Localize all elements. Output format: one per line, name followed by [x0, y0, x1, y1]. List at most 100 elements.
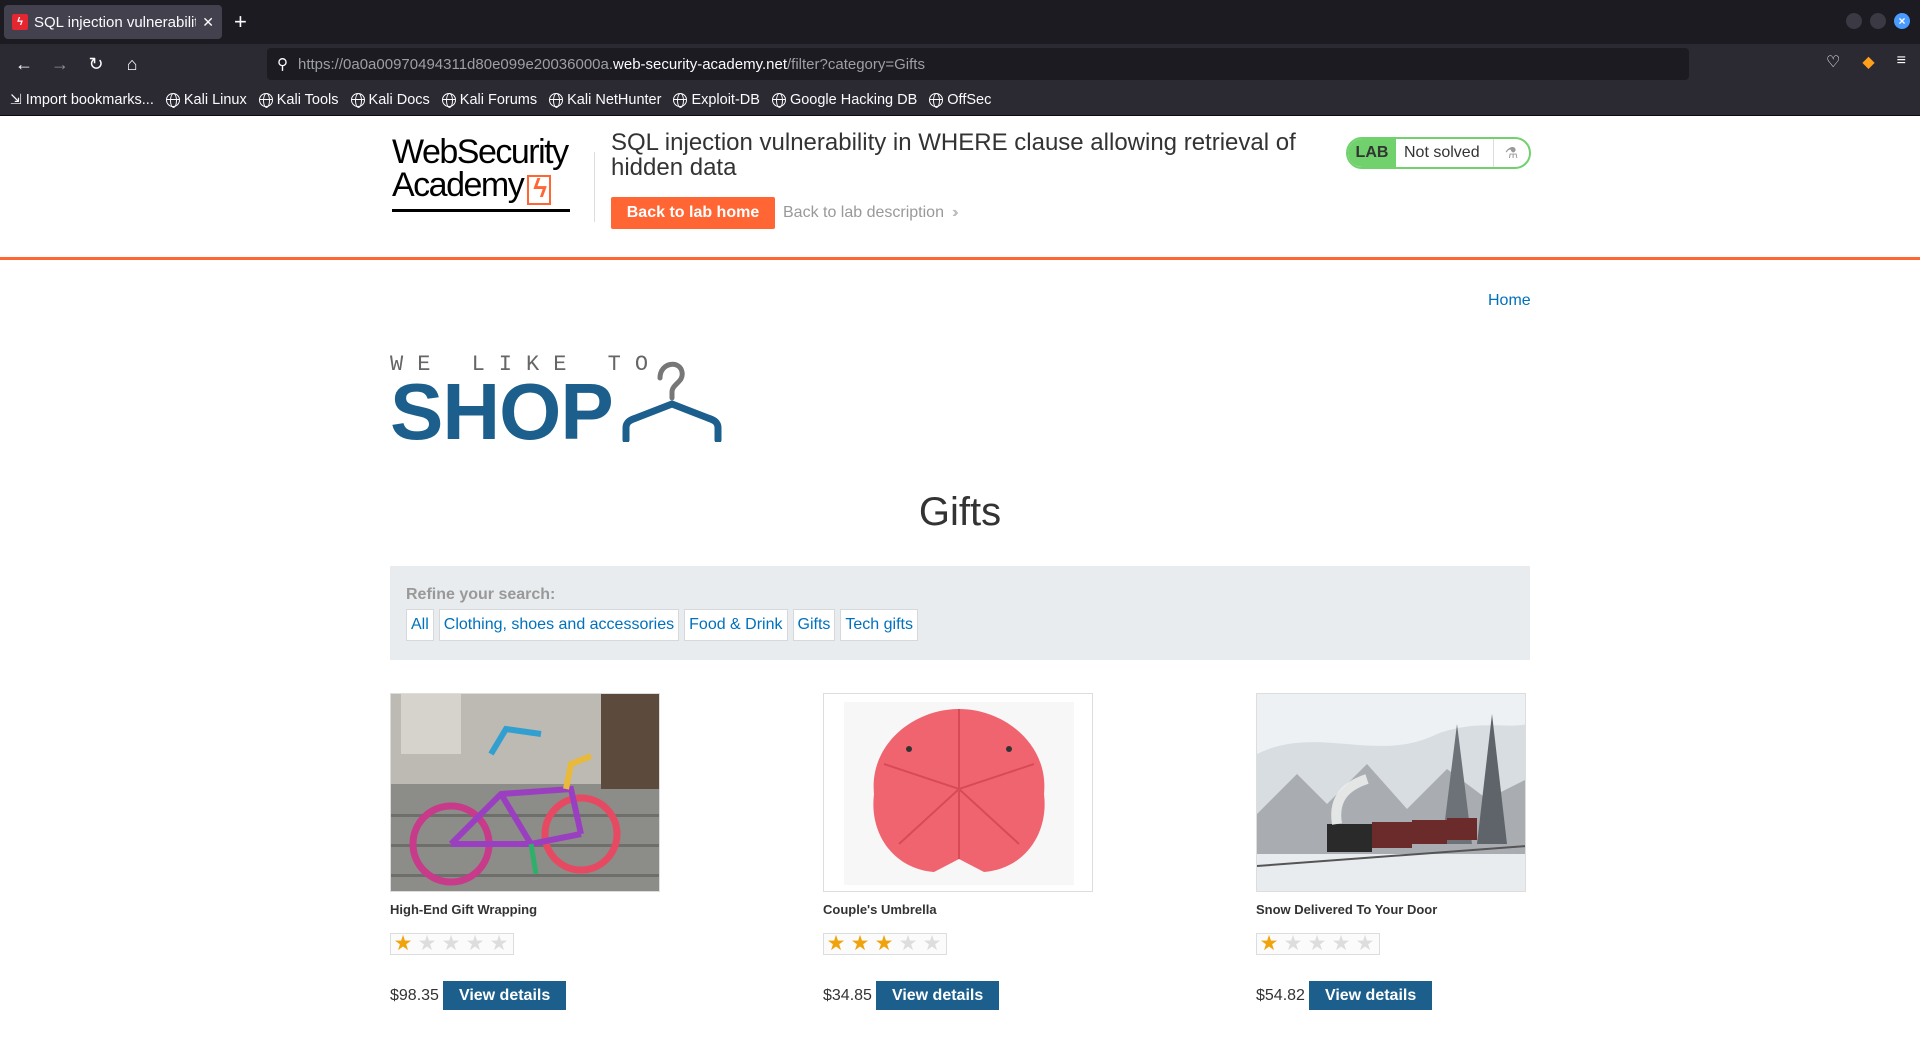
bookmark-label: Kali Linux — [183, 91, 247, 108]
filter-food-drink[interactable]: Food & Drink — [684, 609, 788, 641]
bookmark-label: Kali Tools — [276, 91, 339, 108]
bookmark-kali-linux[interactable]: Kali Linux — [165, 91, 247, 108]
back-arrow-icon[interactable]: ← — [6, 48, 42, 80]
browser-tab[interactable]: ϟ SQL injection vulnerability ✕ — [4, 5, 222, 39]
product-name: Couple's Umbrella — [823, 902, 937, 917]
price-row: $34.85 View details — [823, 981, 1093, 1010]
star-empty-icon: ★ — [1307, 932, 1327, 955]
red-umbrella-image[interactable] — [823, 693, 1093, 892]
double-chevron-icon: ›› — [951, 204, 958, 221]
category-filters: All Clothing, shoes and accessories Food… — [406, 609, 918, 641]
bookmark-kali-docs[interactable]: Kali Docs — [350, 91, 430, 108]
product-price: $98.35 — [390, 986, 439, 1004]
bookmark-google-hacking-db[interactable]: Google Hacking DB — [771, 91, 918, 108]
toolbar-right: ♡ ◆ ≡ — [1826, 52, 1906, 72]
snowy-train-image[interactable] — [1256, 693, 1526, 892]
bookmark-kali-tools[interactable]: Kali Tools — [258, 91, 339, 108]
browser-nav-bar: ← → ↻ ⌂ ⚲ https://0a0a00970494311d80e099… — [0, 44, 1920, 84]
bookmark-label: Google Hacking DB — [789, 91, 918, 108]
logo-underline — [392, 208, 570, 212]
web-security-academy-logo[interactable]: WebSecurity Academy — [392, 133, 572, 212]
star-empty-icon: ★ — [441, 932, 461, 955]
product-name: Snow Delivered To Your Door — [1256, 902, 1438, 917]
flask-icon: ⚗ — [1493, 139, 1529, 167]
filter-clothing[interactable]: Clothing, shoes and accessories — [438, 609, 680, 641]
browser-tab-bar: ϟ SQL injection vulnerability ✕ + × — [0, 0, 1920, 44]
globe-icon — [929, 92, 944, 108]
refine-search-panel: Refine your search: All Clothing, shoes … — [390, 566, 1530, 660]
bookmark-offsec[interactable]: OffSec — [929, 92, 991, 108]
forward-arrow-icon[interactable]: → — [42, 48, 78, 80]
logo-line1: WebSecurity — [392, 133, 569, 171]
star-filled-icon: ★ — [850, 932, 870, 955]
view-details-button[interactable]: View details — [1308, 981, 1433, 1010]
product-price: $54.82 — [1256, 986, 1305, 1004]
minimize-icon[interactable] — [1846, 13, 1862, 29]
bookmark-label: OffSec — [947, 91, 992, 108]
url-domain: web-security-academy.net — [613, 55, 787, 73]
bookmark-label: Kali Forums — [459, 91, 538, 108]
lab-badge: LAB — [1348, 139, 1396, 167]
filter-tech-gifts[interactable]: Tech gifts — [840, 609, 918, 641]
star-filled-icon: ★ — [393, 932, 413, 955]
window-controls: × — [1846, 13, 1910, 29]
bookmark-label: Import bookmarks... — [25, 91, 154, 108]
pocket-icon[interactable]: ♡ — [1826, 52, 1840, 72]
globe-icon — [165, 92, 180, 108]
category-title: Gifts — [918, 490, 1002, 534]
star-empty-icon: ★ — [898, 932, 918, 955]
view-details-button[interactable]: View details — [875, 981, 1000, 1010]
star-empty-icon: ★ — [922, 932, 942, 955]
globe-icon — [350, 92, 365, 108]
refine-label: Refine your search: — [406, 586, 556, 603]
lightning-bolt-icon — [527, 173, 552, 205]
star-empty-icon: ★ — [489, 932, 509, 955]
star-filled-icon: ★ — [826, 932, 846, 955]
view-details-button[interactable]: View details — [442, 981, 567, 1010]
reload-icon[interactable]: ↻ — [78, 48, 114, 80]
maximize-icon[interactable] — [1870, 13, 1886, 29]
star-empty-icon: ★ — [465, 932, 485, 955]
search-icon: ⚲ — [277, 56, 288, 73]
back-to-lab-home-button[interactable]: Back to lab home — [611, 197, 775, 229]
product-card: High-End Gift Wrapping ★ ★ ★ ★ ★ $98.35 … — [390, 693, 660, 1010]
bookmarks-bar: ⇲ Import bookmarks... Kali Linux Kali Too… — [0, 84, 1920, 116]
home-link[interactable]: Home — [1488, 292, 1531, 310]
bookmark-label: Kali Docs — [368, 91, 430, 108]
knitted-bike-image[interactable] — [390, 693, 660, 892]
close-window-icon[interactable]: × — [1894, 13, 1910, 29]
star-filled-icon: ★ — [1259, 932, 1279, 955]
bookmark-kali-forums[interactable]: Kali Forums — [441, 91, 538, 108]
bookmark-label: Exploit-DB — [691, 91, 760, 108]
bookmark-kali-nethunter[interactable]: Kali NetHunter — [549, 92, 661, 108]
extension-fox-icon[interactable]: ◆ — [1862, 52, 1874, 72]
filter-all[interactable]: All — [406, 609, 434, 641]
product-card: Couple's Umbrella ★ ★ ★ ★ ★ $34.85 View … — [823, 693, 1093, 1010]
bookmark-import[interactable]: ⇲ Import bookmarks... — [10, 91, 154, 108]
back-to-lab-description-link[interactable]: Back to lab description ›› — [783, 204, 958, 222]
lab-header: WebSecurity Academy SQL injection vulner… — [0, 116, 1920, 260]
star-filled-icon: ★ — [874, 932, 894, 955]
globe-icon — [549, 92, 564, 108]
product-price: $34.85 — [823, 986, 872, 1004]
url-prefix: https://0a0a00970494311d80e099e20036000a… — [298, 55, 614, 73]
home-icon[interactable]: ⌂ — [114, 48, 150, 80]
close-tab-icon[interactable]: ✕ — [202, 14, 214, 31]
menu-icon[interactable]: ≡ — [1897, 52, 1906, 72]
price-row: $98.35 View details — [390, 981, 660, 1010]
bookmark-exploit-db[interactable]: Exploit-DB — [673, 92, 760, 108]
globe-icon — [771, 92, 786, 108]
rating-stars: ★ ★ ★ ★ ★ — [390, 933, 514, 955]
globe-icon — [673, 92, 688, 108]
product-name: High-End Gift Wrapping — [390, 902, 538, 917]
star-empty-icon: ★ — [1355, 932, 1375, 955]
lab-status-widget: LAB Not solved ⚗ — [1346, 137, 1531, 169]
globe-icon — [258, 92, 273, 108]
back-desc-label: Back to lab description — [783, 204, 944, 221]
rating-stars: ★ ★ ★ ★ ★ — [1256, 933, 1380, 955]
filter-gifts[interactable]: Gifts — [792, 609, 836, 641]
new-tab-icon[interactable]: + — [234, 10, 247, 34]
rating-stars: ★ ★ ★ ★ ★ — [823, 933, 947, 955]
lab-status-text: Not solved — [1404, 144, 1480, 161]
url-bar[interactable]: ⚲ https://0a0a00970494311d80e099e2003600… — [267, 48, 1689, 80]
